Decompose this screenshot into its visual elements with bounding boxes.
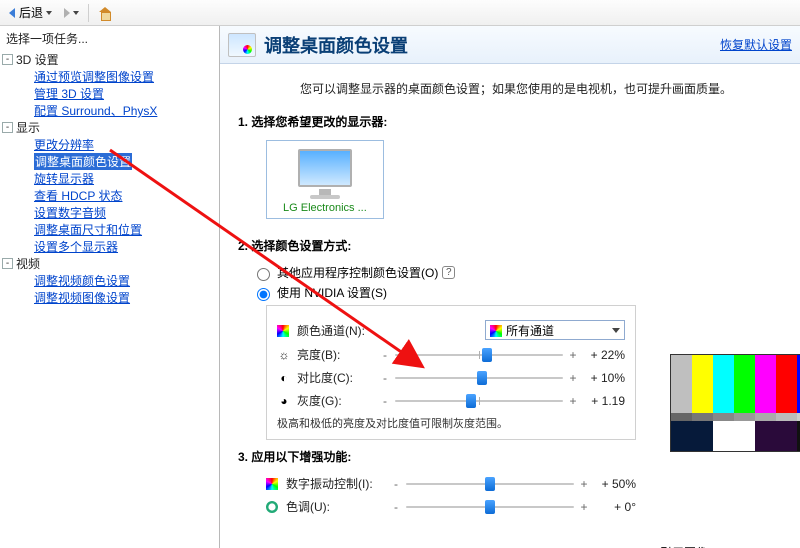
gamma-value: + 1.19: [583, 394, 625, 408]
gamma-slider[interactable]: [395, 393, 563, 409]
reference-image-row: 引用图像: 1 2: [660, 544, 800, 548]
tree-category-3d: 3D 设置: [16, 51, 59, 68]
tree-item-display-6[interactable]: 设置多个显示器: [34, 238, 118, 255]
arrow-left-icon: [9, 8, 15, 18]
tree-item-display-3[interactable]: 查看 HDCP 状态: [34, 187, 122, 204]
plus-label: +: [569, 348, 577, 362]
page-header: 调整桌面颜色设置 恢复默认设置: [220, 26, 800, 64]
home-button[interactable]: [93, 3, 117, 23]
chevron-down-icon: [46, 11, 52, 15]
tree-toggle[interactable]: -: [2, 54, 13, 65]
monitor-select[interactable]: LG Electronics ...: [266, 140, 384, 219]
minus-label: -: [381, 348, 389, 362]
dv-icon: [266, 478, 278, 490]
contrast-slider[interactable]: [395, 370, 563, 386]
gamma-label: 灰度(G):: [297, 392, 375, 409]
separator: [88, 4, 89, 22]
section2-heading: 2. 选择颜色设置方式:: [238, 237, 786, 254]
hue-label: 色调(U):: [286, 498, 386, 515]
home-icon: [98, 7, 112, 19]
sidebar: 选择一项任务... -3D 设置 通过预览调整图像设置 管理 3D 设置 配置 …: [0, 26, 220, 548]
color-bars-preview: [670, 354, 800, 452]
contrast-icon: ◐: [277, 371, 291, 385]
tree-item-display-2[interactable]: 旋转显示器: [34, 170, 94, 187]
tree-category-video: 视频: [16, 255, 40, 272]
nav-tree: -3D 设置 通过预览调整图像设置 管理 3D 设置 配置 Surround、P…: [0, 51, 219, 548]
arrow-right-icon: [64, 8, 70, 18]
channel-select[interactable]: 所有通道: [485, 320, 625, 340]
color-controls-panel: 颜色通道(N): 所有通道 ☼ 亮度(B): - + + 22%: [266, 305, 636, 440]
monitor-label: LG Electronics ...: [283, 202, 367, 214]
dv-label: 数字振动控制(I):: [286, 475, 386, 492]
tree-item-video-0[interactable]: 调整视频颜色设置: [34, 272, 130, 289]
task-label: 选择一项任务...: [0, 26, 219, 51]
help-icon[interactable]: ?: [442, 266, 455, 279]
monitor-icon: [298, 149, 352, 187]
content: 您可以调整显示器的桌面颜色设置；如果您使用的是电视机，也可提升画面质量。 1. …: [220, 64, 800, 548]
tree-item-display-1[interactable]: 调整桌面颜色设置: [34, 153, 132, 170]
brightness-label: 亮度(B):: [297, 346, 375, 363]
chevron-down-icon: [73, 11, 79, 15]
restore-defaults-link[interactable]: 恢复默认设置: [720, 36, 792, 53]
tree-item-3d-2[interactable]: 配置 Surround、PhysX: [34, 102, 157, 119]
gamma-icon: ◕: [277, 394, 291, 408]
hue-icon: [266, 501, 280, 513]
main-pane: 调整桌面颜色设置 恢复默认设置 您可以调整显示器的桌面颜色设置；如果您使用的是电…: [220, 26, 800, 548]
radio-other-label: 其他应用程序控制颜色设置(O): [277, 264, 438, 281]
tree-category-display: 显示: [16, 119, 40, 136]
brightness-icon: ☼: [277, 348, 291, 362]
tree-item-display-4[interactable]: 设置数字音频: [34, 204, 106, 221]
monitor-base: [310, 195, 340, 199]
tree-item-video-1[interactable]: 调整视频图像设置: [34, 289, 130, 306]
section1-heading: 1. 选择您希望更改的显示器:: [238, 113, 786, 130]
intro-text: 您可以调整显示器的桌面颜色设置；如果您使用的是电视机，也可提升画面质量。: [246, 80, 786, 97]
brightness-value: + 22%: [583, 348, 625, 362]
tree-item-3d-1[interactable]: 管理 3D 设置: [34, 85, 104, 102]
hue-value: + 0°: [594, 500, 636, 514]
back-label: 后退: [19, 4, 43, 21]
tree-item-display-0[interactable]: 更改分辨率: [34, 136, 94, 153]
tree-toggle[interactable]: -: [2, 122, 13, 133]
back-button[interactable]: 后退: [4, 3, 57, 23]
contrast-label: 对比度(C):: [297, 369, 375, 386]
tree-toggle[interactable]: -: [2, 258, 13, 269]
color-settings-icon: [228, 33, 256, 57]
channel-icon: [277, 325, 289, 337]
hue-slider[interactable]: [406, 499, 574, 515]
chevron-down-icon: [612, 328, 620, 333]
tree-item-display-5[interactable]: 调整桌面尺寸和位置: [34, 221, 142, 238]
radio-nvidia[interactable]: [257, 288, 270, 301]
rainbow-icon: [490, 325, 502, 337]
dv-slider[interactable]: [406, 476, 574, 492]
page-title: 调整桌面颜色设置: [264, 32, 408, 58]
gamma-note: 极高和极低的亮度及对比度值可限制灰度范围。: [277, 415, 625, 431]
channel-value: 所有通道: [506, 324, 554, 338]
radio-other-apps[interactable]: [257, 268, 270, 281]
toolbar: 后退: [0, 0, 800, 26]
dv-value: + 50%: [594, 477, 636, 491]
brightness-slider[interactable]: [395, 347, 563, 363]
channel-label: 颜色通道(N):: [297, 322, 375, 339]
contrast-value: + 10%: [583, 371, 625, 385]
tree-item-3d-0[interactable]: 通过预览调整图像设置: [34, 68, 154, 85]
forward-button[interactable]: [59, 3, 84, 23]
radio-nvidia-label: 使用 NVIDIA 设置(S): [277, 284, 387, 301]
reference-label: 引用图像:: [660, 544, 711, 548]
